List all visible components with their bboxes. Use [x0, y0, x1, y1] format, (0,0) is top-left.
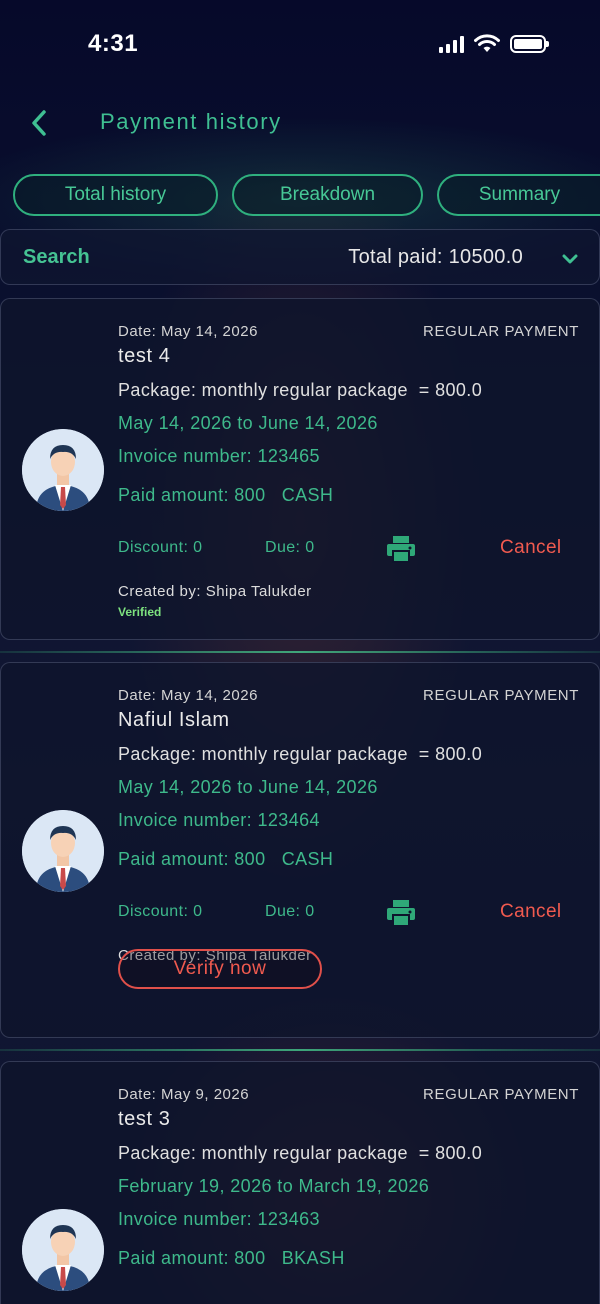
payment-card[interactable]: Date: May 14, 2026 REGULAR PAYMENT Nafiu…	[0, 662, 600, 1038]
payment-period: May 14, 2026 to June 14, 2026	[118, 777, 378, 797]
back-arrow-icon	[32, 110, 46, 136]
member-name: test 4	[118, 345, 171, 367]
package-info: Package: monthly regular package = 800.0	[118, 1143, 483, 1163]
payment-period: May 14, 2026 to June 14, 2026	[118, 413, 378, 433]
paid-amount: Paid amount: 800 BKASH	[118, 1248, 345, 1268]
paid-amount: Paid amount: 800 CASH	[118, 849, 334, 869]
verified-badge: Verified	[118, 605, 162, 619]
invoice-number: Invoice number: 123463	[118, 1209, 320, 1229]
header: Payment history	[0, 95, 600, 155]
cancel-button[interactable]: Cancel	[500, 537, 562, 559]
payment-date: Date: May 9, 2026	[118, 1086, 250, 1103]
print-icon[interactable]	[386, 535, 416, 563]
avatar-icon	[22, 1209, 104, 1291]
status-bar: 4:31	[0, 0, 600, 90]
payment-type: REGULAR PAYMENT	[423, 1086, 579, 1103]
invoice-number: Invoice number: 123464	[118, 810, 320, 830]
total-paid-text: Total paid: 10500.0	[348, 246, 523, 268]
paid-amount: Paid amount: 800 CASH	[118, 485, 334, 505]
tab-total-history[interactable]: Total history	[13, 174, 218, 216]
package-info: Package: monthly regular package = 800.0	[118, 744, 483, 764]
discount: Discount: 0	[118, 539, 203, 556]
search-button[interactable]: Search	[23, 246, 90, 269]
search-bar: Search Total paid: 10500.0	[0, 229, 600, 285]
avatar-icon	[22, 810, 104, 892]
chevron-down-icon[interactable]	[559, 248, 581, 270]
verify-now-button[interactable]: Verify now	[118, 949, 322, 989]
status-icons	[439, 34, 549, 54]
invoice-number: Invoice number: 123465	[118, 446, 320, 466]
tab-bar: Total history Breakdown Summary	[0, 174, 600, 216]
status-time: 4:31	[88, 30, 139, 57]
payment-card[interactable]: Date: May 9, 2026 REGULAR PAYMENT test 3…	[0, 1061, 600, 1304]
payment-type: REGULAR PAYMENT	[423, 687, 579, 704]
member-name: test 3	[118, 1108, 171, 1130]
page-title: Payment history	[100, 109, 282, 134]
battery-icon	[510, 35, 549, 53]
payment-type: REGULAR PAYMENT	[423, 323, 579, 340]
package-info: Package: monthly regular package = 800.0	[118, 380, 483, 400]
avatar-icon	[22, 429, 104, 511]
discount: Discount: 0	[118, 903, 203, 920]
tab-summary[interactable]: Summary	[437, 174, 600, 216]
card-divider	[0, 1049, 600, 1051]
signal-icon	[439, 35, 464, 53]
card-divider	[0, 651, 600, 653]
cancel-button[interactable]: Cancel	[500, 901, 562, 923]
payment-date: Date: May 14, 2026	[118, 687, 258, 704]
payment-period: February 19, 2026 to March 19, 2026	[118, 1176, 430, 1196]
created-by: Created by: Shipa Talukder	[118, 583, 312, 600]
wifi-icon	[474, 34, 500, 52]
payment-date: Date: May 14, 2026	[118, 323, 258, 340]
payment-card[interactable]: Date: May 14, 2026 REGULAR PAYMENT test …	[0, 298, 600, 640]
due: Due: 0	[265, 903, 315, 920]
member-name: Nafiul Islam	[118, 709, 230, 731]
back-button[interactable]	[22, 105, 56, 141]
tab-breakdown[interactable]: Breakdown	[232, 174, 423, 216]
due: Due: 0	[265, 539, 315, 556]
print-icon[interactable]	[386, 899, 416, 927]
